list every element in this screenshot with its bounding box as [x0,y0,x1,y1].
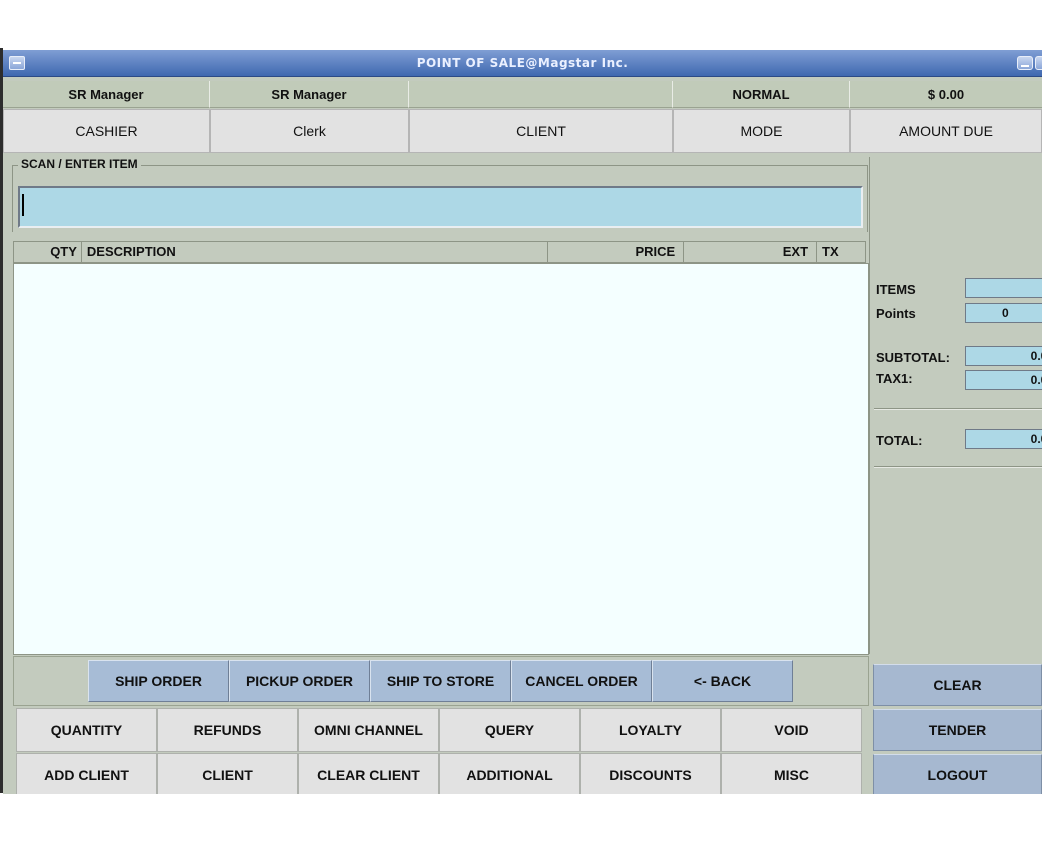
pickup-order-button[interactable]: PICKUP ORDER [229,660,370,702]
clerk-value: SR Manager [210,81,409,108]
column-description[interactable]: DESCRIPTION [82,242,549,262]
void-button[interactable]: VOID [721,708,862,752]
minimize-icon[interactable] [1017,56,1033,70]
additional-button[interactable]: ADDITIONAL [439,753,580,794]
cashier-label: CASHIER [3,109,210,153]
amount-due-value: $ 0.00 [850,81,1042,108]
back-button[interactable]: <- BACK [652,660,793,702]
ship-order-button[interactable]: SHIP ORDER [88,660,229,702]
item-grid-body[interactable] [13,263,869,655]
column-price[interactable]: PRICE [548,242,685,262]
amount-due-label: AMOUNT DUE [850,109,1042,153]
points-field: 0 [965,303,1042,323]
omni-channel-button[interactable]: OMNI CHANNEL [298,708,439,752]
column-qty[interactable]: QTY [14,242,82,262]
client-button[interactable]: CLIENT [157,753,298,794]
window-title: POINT OF SALE@Magstar Inc. [416,56,629,70]
column-tx[interactable]: TX [817,242,865,262]
scan-group: SCAN / ENTER ITEM [12,157,868,232]
totals-separator [874,408,1042,410]
cashier-value: SR Manager [3,81,210,108]
discounts-button[interactable]: DISCOUNTS [580,753,721,794]
maximize-icon[interactable] [1035,56,1042,70]
quantity-button[interactable]: QUANTITY [16,708,157,752]
total-separator [874,466,1042,468]
items-label: ITEMS [876,282,916,297]
pos-window: POINT OF SALE@Magstar Inc. SR Manager SR… [3,50,1042,794]
text-cursor [22,194,24,216]
scan-item-input[interactable] [18,186,863,228]
query-button[interactable]: QUERY [439,708,580,752]
refunds-button[interactable]: REFUNDS [157,708,298,752]
items-field [965,278,1042,298]
tender-button[interactable]: TENDER [873,709,1042,751]
points-label: Points [876,306,916,321]
client-value [409,81,673,108]
ship-to-store-button[interactable]: SHIP TO STORE [370,660,511,702]
subtotal-field: 0.00 [965,346,1042,366]
loyalty-button[interactable]: LOYALTY [580,708,721,752]
title-bar[interactable]: POINT OF SALE@Magstar Inc. [3,50,1042,77]
order-actions-bar: SHIP ORDER PICKUP ORDER SHIP TO STORE CA… [13,656,869,706]
tax1-label: TAX1: [876,371,913,386]
clerk-label: Clerk [210,109,409,153]
status-values-row: SR Manager SR Manager NORMAL $ 0.00 [3,81,1042,108]
cancel-order-button[interactable]: CANCEL ORDER [511,660,652,702]
tax1-field: 0.00 [965,370,1042,390]
add-client-button[interactable]: ADD CLIENT [16,753,157,794]
clear-button[interactable]: CLEAR [873,664,1042,706]
scan-legend: SCAN / ENTER ITEM [18,157,141,171]
column-ext[interactable]: EXT [684,242,818,262]
mode-label: MODE [673,109,850,153]
logout-button[interactable]: LOGOUT [873,754,1042,794]
totals-panel: ITEMS Points 0 SUBTOTAL: 0.00 TAX1: 0.00… [869,157,1042,654]
client-label: CLIENT [409,109,673,153]
subtotal-label: SUBTOTAL: [876,350,950,365]
total-field: 0.00 [965,429,1042,449]
mode-value: NORMAL [673,81,850,108]
status-labels-row: CASHIER Clerk CLIENT MODE AMOUNT DUE [3,109,1042,153]
misc-button[interactable]: MISC [721,753,862,794]
clear-client-button[interactable]: CLEAR CLIENT [298,753,439,794]
item-grid-header: QTY DESCRIPTION PRICE EXT TX [13,241,866,263]
total-label: TOTAL: [876,433,923,448]
